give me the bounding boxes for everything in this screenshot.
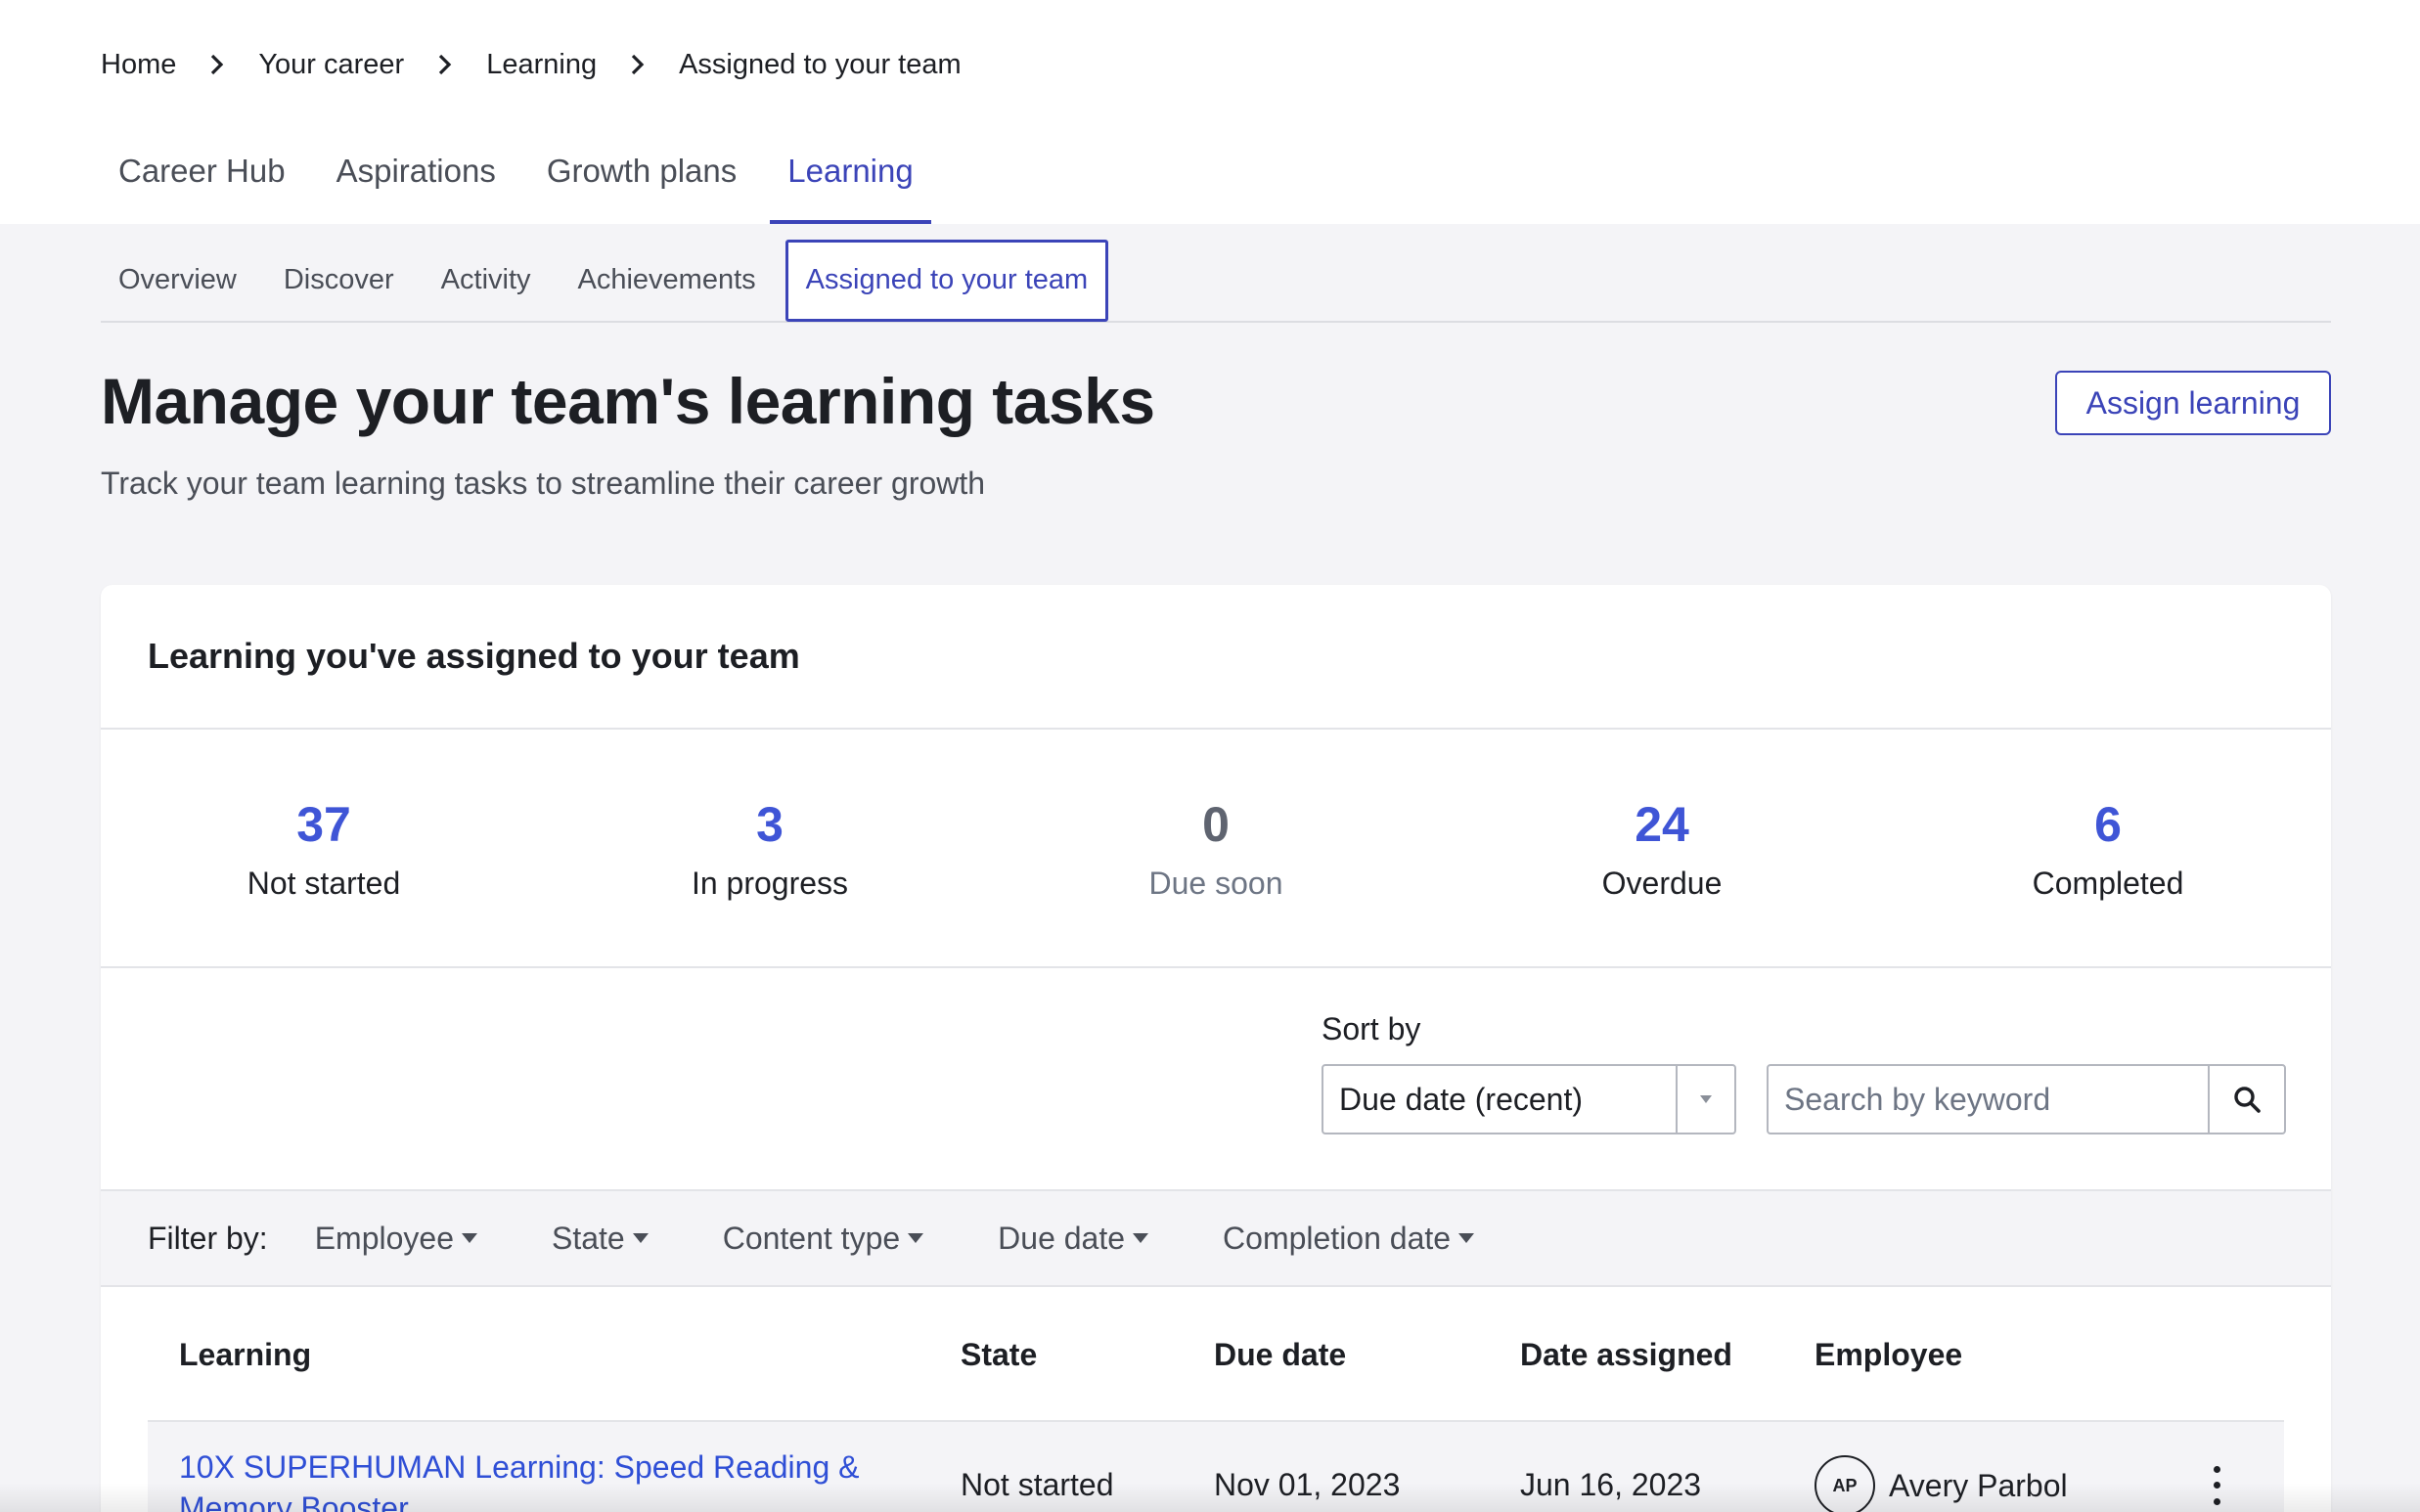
avatar: AP bbox=[1815, 1455, 1875, 1512]
secondary-tabs: Overview Discover Activity Achievements … bbox=[101, 239, 2331, 323]
row-date-assigned: Jun 16, 2023 bbox=[1520, 1467, 1702, 1502]
page-subtitle: Track your team learning tasks to stream… bbox=[101, 466, 986, 501]
search-icon[interactable] bbox=[2208, 1066, 2284, 1133]
row-state: Not started bbox=[961, 1467, 1114, 1502]
stat-value: 0 bbox=[1202, 797, 1230, 852]
card-header: Learning you've assigned to your team bbox=[101, 585, 2331, 730]
subtab-activity[interactable]: Activity bbox=[424, 240, 549, 322]
page-title: Manage your team's learning tasks bbox=[101, 365, 1155, 437]
sort-select[interactable]: Due date (recent) bbox=[1322, 1064, 1736, 1134]
stat-label: Overdue bbox=[1601, 866, 1723, 901]
sort-search-area: Sort by Due date (recent) bbox=[101, 968, 2331, 1189]
stat-not-started[interactable]: 37 Not started bbox=[101, 730, 547, 966]
caret-down-icon bbox=[1133, 1233, 1149, 1243]
header-learning[interactable]: Learning bbox=[179, 1337, 883, 1373]
breadcrumb-current: Assigned to your team bbox=[679, 48, 962, 80]
subtab-overview[interactable]: Overview bbox=[101, 240, 254, 322]
filter-employee-label: Employee bbox=[314, 1220, 454, 1256]
caret-down-icon bbox=[1676, 1066, 1734, 1133]
stat-value: 37 bbox=[296, 797, 351, 852]
filter-bar: Filter by: Employee State Content type D… bbox=[101, 1189, 2331, 1287]
filter-completion-date[interactable]: Completion date bbox=[1223, 1220, 1475, 1257]
breadcrumb-your-career[interactable]: Your career bbox=[258, 49, 404, 81]
chevron-right-icon bbox=[176, 53, 258, 76]
filter-state[interactable]: State bbox=[552, 1221, 649, 1257]
assigned-learning-card: Learning you've assigned to your team 37… bbox=[101, 585, 2331, 1512]
filter-employee[interactable]: Employee bbox=[315, 1221, 477, 1257]
filter-completion-date-label: Completion date bbox=[1223, 1220, 1452, 1256]
row-due-date: Nov 01, 2023 bbox=[1214, 1467, 1401, 1502]
tab-career-hub[interactable]: Career Hub bbox=[101, 145, 303, 224]
caret-down-icon bbox=[461, 1233, 477, 1243]
table-header: Learning State Due date Date assigned Em… bbox=[148, 1289, 2284, 1422]
primary-tabs: Career Hub Aspirations Growth plans Lear… bbox=[101, 145, 947, 224]
breadcrumb: Home Your career Learning Assigned to yo… bbox=[101, 47, 962, 82]
chevron-right-icon bbox=[404, 53, 486, 76]
employee-name: Avery Parbol bbox=[1889, 1467, 2068, 1503]
caret-down-icon bbox=[632, 1233, 649, 1243]
table-row: 10X SUPERHUMAN Learning: Speed Reading &… bbox=[148, 1422, 2284, 1512]
breadcrumb-learning[interactable]: Learning bbox=[486, 49, 597, 81]
chevron-right-icon bbox=[597, 53, 679, 76]
breadcrumb-home[interactable]: Home bbox=[101, 49, 176, 81]
stat-value: 6 bbox=[2094, 797, 2122, 852]
row-employee: AP Avery Parbol bbox=[1815, 1455, 2068, 1512]
sort-label: Sort by bbox=[1322, 1011, 1421, 1046]
tab-learning[interactable]: Learning bbox=[770, 145, 931, 224]
card-title: Learning you've assigned to your team bbox=[148, 636, 800, 676]
stat-value: 3 bbox=[756, 797, 784, 852]
tab-growth-plans[interactable]: Growth plans bbox=[529, 145, 754, 224]
stats-row: 37 Not started 3 In progress 0 Due soon … bbox=[101, 730, 2331, 968]
stat-in-progress[interactable]: 3 In progress bbox=[547, 730, 993, 966]
stat-label: In progress bbox=[691, 866, 849, 901]
filter-state-label: State bbox=[551, 1220, 625, 1256]
subtab-achievements[interactable]: Achievements bbox=[560, 240, 774, 322]
stat-value: 24 bbox=[1635, 797, 1689, 852]
learning-link[interactable]: 10X SUPERHUMAN Learning: Speed Reading &… bbox=[179, 1447, 883, 1512]
header-date-assigned[interactable]: Date assigned bbox=[1520, 1337, 1732, 1373]
filter-content-type[interactable]: Content type bbox=[722, 1220, 924, 1257]
stat-completed[interactable]: 6 Completed bbox=[1885, 730, 2331, 966]
filter-due-date[interactable]: Due date bbox=[998, 1220, 1149, 1257]
caret-down-icon bbox=[908, 1233, 924, 1243]
filter-label: Filter by: bbox=[148, 1220, 268, 1256]
filter-content-type-label: Content type bbox=[722, 1220, 901, 1256]
header-employee[interactable]: Employee bbox=[1815, 1337, 1962, 1373]
search-input[interactable] bbox=[1769, 1066, 2208, 1133]
filter-due-date-label: Due date bbox=[998, 1220, 1126, 1256]
search-box bbox=[1767, 1064, 2286, 1134]
stat-label: Due soon bbox=[1148, 866, 1283, 901]
stat-overdue[interactable]: 24 Overdue bbox=[1439, 730, 1885, 966]
stat-label: Completed bbox=[2032, 866, 2184, 901]
caret-down-icon bbox=[1458, 1233, 1475, 1243]
subtab-assigned-to-your-team[interactable]: Assigned to your team bbox=[784, 239, 1109, 322]
learning-table: Learning State Due date Date assigned Em… bbox=[148, 1289, 2284, 1512]
sort-selected-value: Due date (recent) bbox=[1339, 1081, 1584, 1117]
stat-label: Not started bbox=[246, 866, 401, 901]
tab-aspirations[interactable]: Aspirations bbox=[319, 145, 514, 224]
more-options-icon[interactable] bbox=[2205, 1461, 2228, 1510]
subtab-discover[interactable]: Discover bbox=[266, 240, 412, 322]
stat-due-soon: 0 Due soon bbox=[993, 730, 1439, 966]
header-due-date[interactable]: Due date bbox=[1214, 1337, 1346, 1373]
header-state[interactable]: State bbox=[961, 1337, 1037, 1373]
assign-learning-button[interactable]: Assign learning bbox=[2055, 371, 2331, 435]
